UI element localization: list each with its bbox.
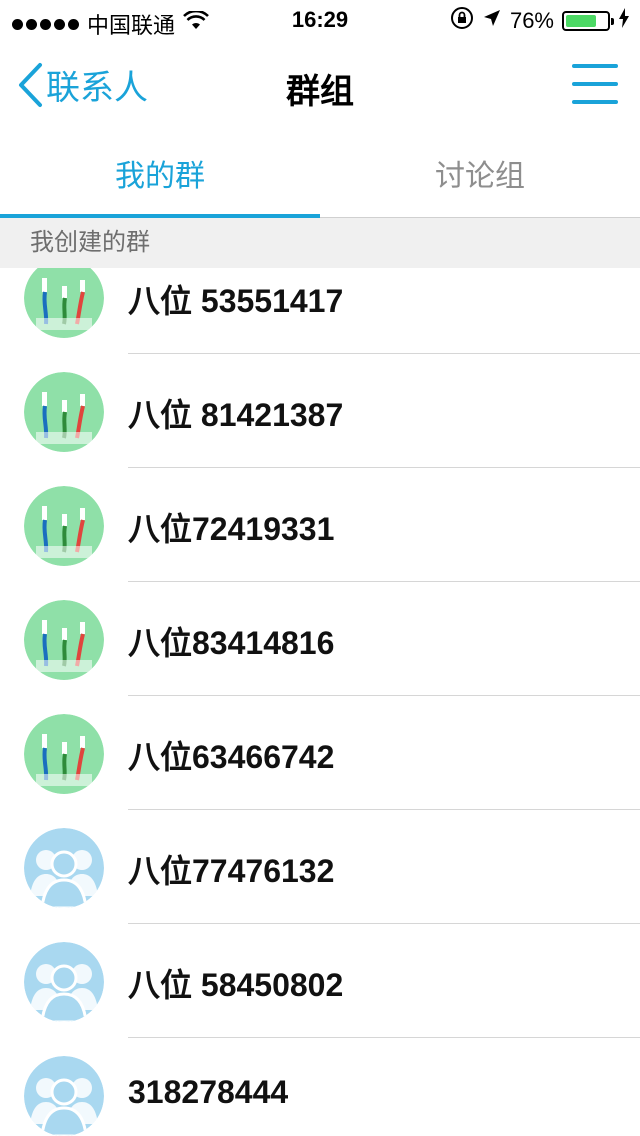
people-avatar-icon [24, 828, 104, 908]
group-name: 八位72419331 [128, 511, 335, 547]
group-list-item[interactable]: 八位72419331 [0, 468, 640, 582]
toothbrush-avatar-icon [24, 600, 104, 680]
people-avatar-icon [24, 942, 104, 1022]
group-avatar [24, 268, 104, 338]
back-button-label: 联系人 [46, 69, 148, 107]
status-right: 76% [450, 6, 630, 36]
segment-tabs: 我的群 讨论组 [0, 128, 640, 219]
hamburger-menu-icon[interactable] [572, 62, 618, 106]
back-button[interactable]: 联系人 [16, 60, 148, 109]
location-arrow-icon [482, 8, 502, 34]
group-list-item[interactable]: 八位 81421387 [0, 354, 640, 468]
charging-bolt-icon [618, 8, 630, 34]
section-header: 我创建的群 [0, 218, 640, 268]
group-avatar [24, 942, 104, 1022]
group-name: 八位 53551417 [128, 283, 344, 319]
group-name: 八位83414816 [128, 625, 335, 661]
chevron-left-icon [19, 62, 42, 107]
toothbrush-avatar-icon [24, 268, 104, 338]
group-name: 八位77476132 [128, 853, 335, 889]
group-list-inner: 八位 53551417 八位 81421387 八位72419331 八位834… [0, 268, 640, 1136]
group-name: 八位 58450802 [128, 967, 344, 1003]
group-list-item[interactable]: 八位77476132 [0, 810, 640, 924]
group-list-item[interactable]: 八位63466742 [0, 696, 640, 810]
status-bar: 中国联通 16:29 76% [0, 0, 640, 40]
toothbrush-avatar-icon [24, 372, 104, 452]
group-avatar [24, 486, 104, 566]
group-list-item[interactable]: 八位 58450802 [0, 924, 640, 1038]
group-avatar [24, 600, 104, 680]
battery-percent: 76% [509, 8, 554, 33]
group-avatar [24, 1056, 104, 1136]
group-name: 318278444 [128, 1074, 289, 1110]
group-list: 八位 53551417 八位 81421387 八位72419331 八位834… [0, 268, 640, 1136]
group-name: 八位63466742 [128, 739, 335, 775]
tab-discussion-groups[interactable]: 讨论组 [320, 128, 640, 218]
toothbrush-avatar-icon [24, 486, 104, 566]
battery-icon [562, 11, 614, 31]
group-list-item[interactable]: 八位 53551417 [0, 268, 640, 354]
people-avatar-icon [24, 1056, 104, 1136]
group-list-item[interactable]: 八位83414816 [0, 582, 640, 696]
toothbrush-avatar-icon [24, 714, 104, 794]
navigation-bar: 联系人 群组 [0, 40, 640, 128]
group-avatar [24, 372, 104, 452]
group-avatar [24, 828, 104, 908]
tab-my-groups[interactable]: 我的群 [0, 128, 320, 219]
group-name: 八位 81421387 [128, 397, 344, 433]
rotation-lock-icon [450, 6, 474, 36]
group-list-item[interactable]: 318278444 [0, 1038, 640, 1136]
battery-fill [566, 15, 597, 27]
group-avatar [24, 714, 104, 794]
